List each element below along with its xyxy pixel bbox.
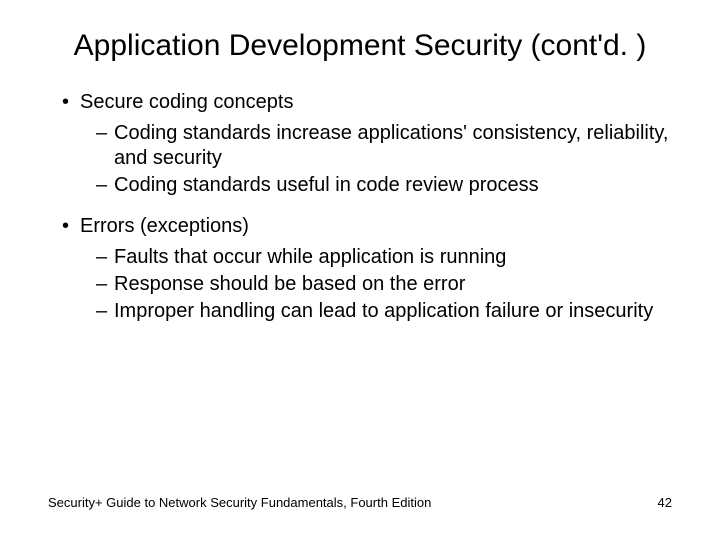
bullet-text: Secure coding concepts [80,91,293,113]
bullet-text: Coding standards increase applications' … [114,122,668,169]
bullet-icon: • [62,90,69,115]
slide-content: • Secure coding concepts – Coding standa… [48,90,672,324]
bullet-level-2: – Response should be based on the error [48,272,672,297]
dash-icon: – [96,272,107,297]
dash-icon: – [96,121,107,146]
bullet-level-2: – Coding standards useful in code review… [48,173,672,198]
page-number: 42 [658,495,672,510]
slide-title: Application Development Security (cont'd… [48,28,672,64]
bullet-text: Errors (exceptions) [80,215,249,237]
dash-icon: – [96,245,107,270]
bullet-level-1: • Secure coding concepts [48,90,672,115]
bullet-text: Improper handling can lead to applicatio… [114,300,653,322]
slide-footer: Security+ Guide to Network Security Fund… [48,495,672,510]
bullet-level-1: • Errors (exceptions) [48,214,672,239]
bullet-icon: • [62,214,69,239]
bullet-level-2: – Faults that occur while application is… [48,245,672,270]
bullet-text: Coding standards useful in code review p… [114,174,539,196]
bullet-text: Faults that occur while application is r… [114,246,506,268]
bullet-level-2: – Coding standards increase applications… [48,121,672,171]
bullet-text: Response should be based on the error [114,273,465,295]
bullet-level-2: – Improper handling can lead to applicat… [48,299,672,324]
dash-icon: – [96,173,107,198]
footer-source: Security+ Guide to Network Security Fund… [48,495,431,510]
dash-icon: – [96,299,107,324]
